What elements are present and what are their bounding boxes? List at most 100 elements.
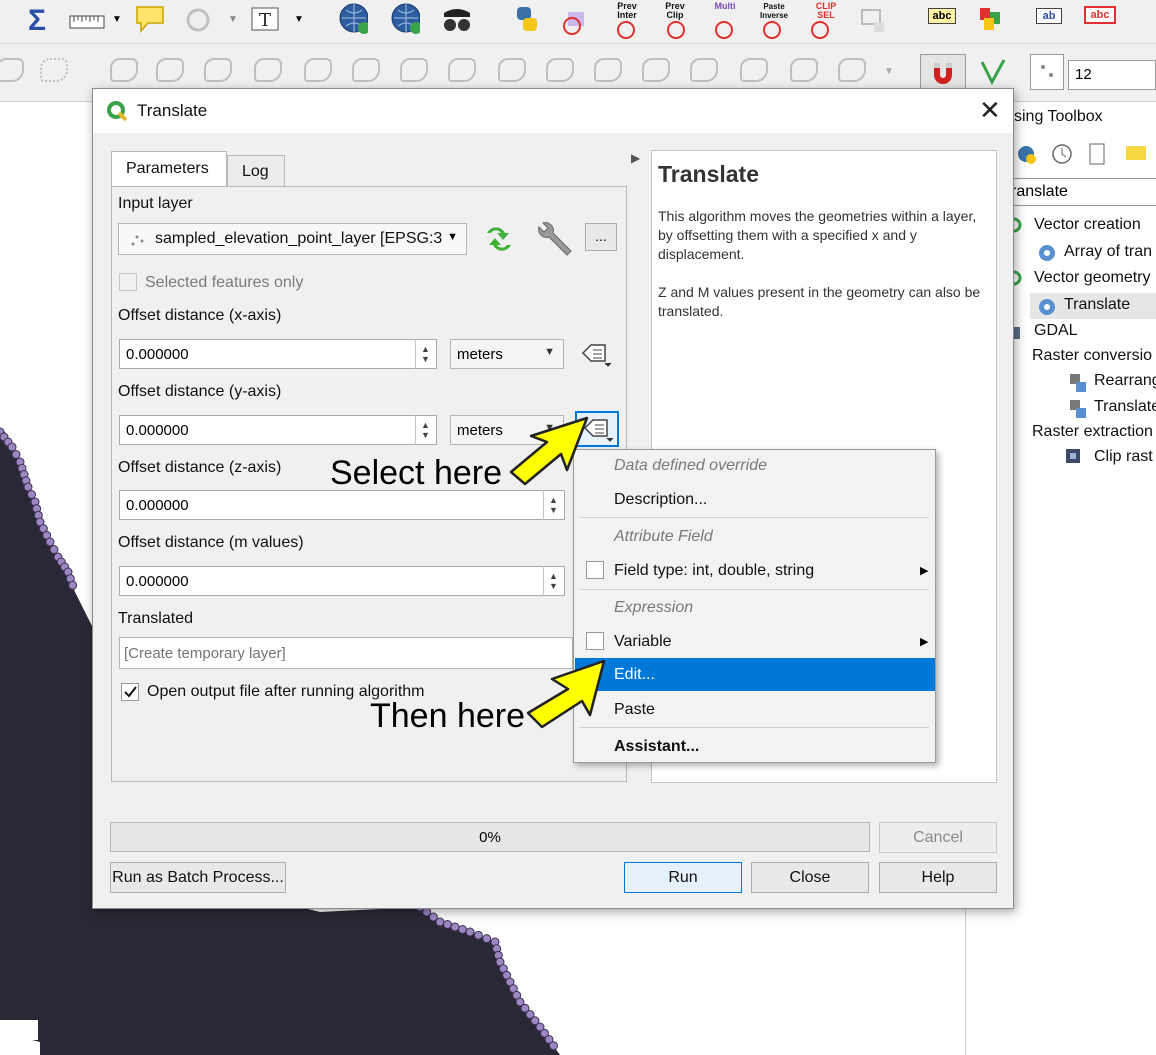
offset-y-spinner[interactable]: ▲ ▼ [415, 415, 435, 445]
shape-tool-icon[interactable] [498, 58, 526, 82]
sigma-icon[interactable]: Σ [22, 4, 52, 37]
chevron-down-icon[interactable]: ▼ [884, 66, 894, 77]
label-style-icon[interactable] [976, 4, 1006, 34]
measure-icon[interactable] [68, 7, 108, 37]
digitize-icon[interactable] [0, 58, 24, 82]
tree-item-gdal[interactable]: GDAL [1034, 322, 1078, 340]
text-annotation-icon[interactable]: T [250, 5, 280, 35]
shape-tool-icon[interactable] [156, 58, 184, 82]
multi-button[interactable]: Multi [708, 2, 742, 11]
browse-button[interactable]: ... [585, 223, 617, 251]
tree-item-translate[interactable]: Translate [1064, 296, 1130, 314]
offset-x-spinner[interactable]: ▲ ▼ [415, 339, 435, 369]
menu-item-variable[interactable]: Variable [614, 633, 672, 651]
tree-item-vector-geometry[interactable]: Vector geometry [1034, 269, 1151, 287]
offset-m-input[interactable]: 0.000000 [119, 566, 565, 596]
tab-log[interactable]: Log [227, 155, 285, 187]
vertex-icon[interactable] [40, 58, 68, 82]
label-tool-abc-icon[interactable]: abc [928, 8, 956, 24]
shape-tool-icon[interactable] [254, 58, 282, 82]
shape-tool-icon[interactable] [790, 58, 818, 82]
svg-text:T: T [259, 10, 271, 31]
menu-item-assistant[interactable]: Assistant... [614, 738, 699, 756]
shape-tool-icon[interactable] [642, 58, 670, 82]
paste-inverse-button[interactable]: Paste Inverse [754, 2, 794, 20]
shape-tool-icon[interactable] [546, 58, 574, 82]
globe-add-icon[interactable] [338, 3, 368, 34]
clip-sel-button[interactable]: CLIP SEL [808, 2, 844, 20]
tree-item-array-of-translated[interactable]: Array of tran [1064, 243, 1152, 261]
toolbox-search-input[interactable]: ranslate [1006, 178, 1156, 206]
annotation-select-here: Select here [330, 454, 502, 492]
offset-m-spinner[interactable]: ▲ ▼ [543, 566, 563, 596]
shape-tool-icon[interactable] [304, 58, 332, 82]
help-button[interactable]: Help [879, 862, 997, 893]
label-ab-icon[interactable]: ab [1036, 8, 1062, 24]
shape-tool-icon[interactable] [448, 58, 476, 82]
tab-parameters[interactable]: Parameters [111, 151, 227, 187]
close-icon[interactable]: ✕ [979, 95, 1001, 126]
label-abc-red-icon[interactable]: abc [1084, 6, 1116, 24]
open-output-checkbox[interactable] [121, 683, 139, 701]
font-size-input[interactable]: 12 [1068, 60, 1156, 90]
tree-item-raster-extraction[interactable]: Raster extraction [1032, 423, 1153, 441]
shape-tool-icon[interactable] [204, 58, 232, 82]
offset-y-input[interactable]: 0.000000 [119, 415, 437, 445]
globe-search-icon[interactable] [390, 3, 420, 34]
offset-x-unit-combo[interactable]: meters ▼ [450, 339, 564, 369]
output-field[interactable] [119, 637, 573, 669]
wrench-icon[interactable] [533, 221, 573, 262]
iterate-icon[interactable] [481, 223, 517, 260]
output-input[interactable] [122, 639, 562, 667]
offset-z-spinner[interactable]: ▲ ▼ [543, 490, 563, 520]
prev-inter-button[interactable]: Prev Inter [610, 2, 644, 20]
tree-item-translate-raster[interactable]: Translate [1094, 398, 1156, 416]
topology-icon[interactable] [978, 56, 1008, 86]
elevation-point [435, 917, 445, 927]
collapse-arrow-icon[interactable]: ▶ [631, 151, 640, 165]
menu-item-description[interactable]: Description... [614, 491, 707, 509]
raster-tool-icon [1070, 400, 1086, 418]
run-button[interactable]: Run [624, 862, 742, 893]
menu-item-edit-highlight[interactable]: Edit... [575, 658, 935, 691]
field-type-checkbox[interactable] [586, 561, 604, 579]
chevron-down-icon[interactable]: ▼ [112, 14, 122, 25]
close-button[interactable]: Close [751, 862, 869, 893]
selection-tool-icon[interactable] [560, 8, 590, 38]
menu-item-paste[interactable]: Paste [614, 701, 655, 719]
tree-item-rearrange[interactable]: Rearrang [1094, 372, 1156, 390]
main-toolbar: Σ ▼ ▼ T ▼ Prev Inter Prev Clip Multi Pas… [0, 0, 1156, 44]
add-feature-icon[interactable] [858, 4, 888, 34]
shape-tool-icon[interactable] [690, 58, 718, 82]
offset-z-input[interactable]: 0.000000 [119, 490, 565, 520]
map-tips-icon[interactable] [134, 4, 164, 34]
menu-item-field-type[interactable]: Field type: int, double, string [614, 562, 814, 580]
shape-tool-icon[interactable] [110, 58, 138, 82]
gear-icon [1039, 245, 1055, 261]
tree-item-vector-creation[interactable]: Vector creation [1034, 216, 1141, 234]
offset-x-input[interactable]: 0.000000 [119, 339, 437, 369]
run-batch-button[interactable]: Run as Batch Process... [110, 862, 286, 893]
snapping-type-icon[interactable] [1030, 54, 1064, 90]
tree-item-clip-raster[interactable]: Clip rast [1094, 448, 1153, 466]
identify-icon[interactable] [184, 6, 214, 36]
spy-glasses-icon[interactable] [440, 4, 470, 34]
shape-tool-icon[interactable] [352, 58, 380, 82]
shape-tool-icon[interactable] [838, 58, 866, 82]
elevation-point [49, 545, 59, 554]
shape-tool-icon[interactable] [740, 58, 768, 82]
data-defined-override-x-button[interactable] [575, 339, 615, 369]
toolbox-toolbar-icons[interactable] [1016, 140, 1156, 168]
prev-clip-button[interactable]: Prev Clip [658, 2, 692, 20]
menu-item-edit[interactable]: Edit... [614, 666, 655, 684]
python-icon[interactable] [512, 4, 542, 34]
cancel-button[interactable]: Cancel [879, 822, 997, 853]
chevron-down-icon[interactable]: ▼ [294, 14, 304, 25]
variable-checkbox[interactable] [586, 632, 604, 650]
tree-item-raster-conversion[interactable]: Raster conversio [1032, 347, 1152, 365]
shape-tool-icon[interactable] [594, 58, 622, 82]
selected-features-checkbox[interactable] [119, 273, 137, 291]
input-layer-combo[interactable]: sampled_elevation_point_layer [EPSG:3 ▼ [118, 223, 467, 255]
chevron-down-icon[interactable]: ▼ [228, 14, 238, 25]
shape-tool-icon[interactable] [400, 58, 428, 82]
